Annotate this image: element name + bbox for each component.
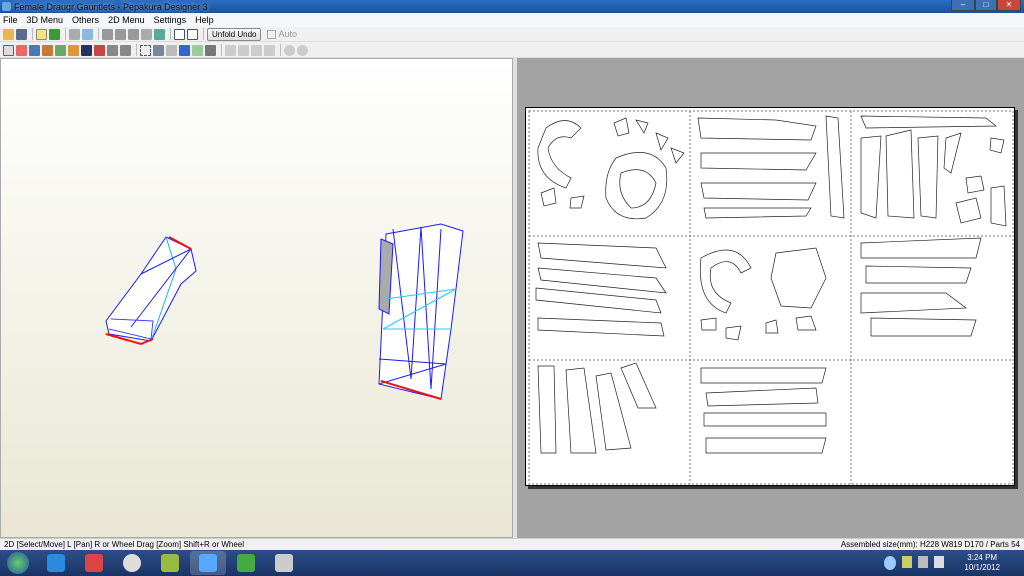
flap-edit-icon[interactable] <box>94 44 105 56</box>
menu-others[interactable]: Others <box>72 15 99 25</box>
zoom-in-icon[interactable] <box>284 44 295 56</box>
taskbar-ie[interactable] <box>38 551 74 575</box>
parts <box>535 115 1007 454</box>
texture-icon[interactable] <box>82 28 93 40</box>
image-icon[interactable] <box>81 44 92 56</box>
minimize-button[interactable]: – <box>951 0 975 11</box>
rename-icon[interactable] <box>166 44 177 56</box>
checkbox-icon <box>267 29 277 39</box>
volume-icon[interactable] <box>934 556 944 568</box>
edit-edge-icon[interactable] <box>102 28 113 40</box>
print-icon[interactable] <box>205 44 216 56</box>
paint-icon[interactable] <box>42 44 53 56</box>
network-icon[interactable] <box>918 556 928 568</box>
system-tray <box>884 556 944 570</box>
color-icon[interactable] <box>154 28 165 40</box>
move-icon[interactable] <box>16 44 27 56</box>
windows-logo-icon <box>7 552 29 574</box>
assembled-size: Assembled size(mm): H228 W819 D170 / Par… <box>840 540 1020 549</box>
start-button[interactable] <box>0 551 36 575</box>
close-button[interactable]: ✕ <box>997 0 1021 11</box>
app-icon-green <box>161 554 179 572</box>
anchor-icon[interactable] <box>128 28 139 40</box>
taskbar-hp[interactable] <box>114 551 150 575</box>
part-icon[interactable] <box>55 44 66 56</box>
clock-time: 3:24 PM <box>967 553 998 562</box>
device-icon <box>275 554 293 572</box>
arrange-icon[interactable] <box>140 44 151 56</box>
hp-icon <box>123 554 141 572</box>
maximize-button[interactable]: □ <box>975 0 997 11</box>
settings-icon[interactable] <box>192 44 203 56</box>
select-icon[interactable] <box>3 44 14 56</box>
menu-bar: File 3D Menu Others 2D Menu Settings Hel… <box>0 13 1024 27</box>
flap-icon[interactable] <box>141 28 152 40</box>
pattern-layout <box>528 110 1014 485</box>
align-left-icon[interactable] <box>225 44 236 56</box>
chart-icon[interactable] <box>179 44 190 56</box>
3d-view[interactable] <box>0 58 513 538</box>
redo-icon[interactable] <box>120 44 131 56</box>
leaf-app-icon <box>237 554 255 572</box>
window-icon[interactable] <box>174 28 185 40</box>
split-view-icon[interactable] <box>187 28 198 40</box>
taskbar: 3:24 PM 10/1/2012 <box>0 550 1024 576</box>
window-title: Female Draugr Gauntlets - Pepakura Desig… <box>14 1 208 12</box>
clock[interactable]: 3:24 PM 10/1/2012 <box>964 553 1000 573</box>
unfold-undo-button[interactable]: Unfold Undo <box>207 27 262 41</box>
text-icon[interactable] <box>68 44 79 56</box>
app-icon-red <box>85 554 103 572</box>
clock-date: 10/1/2012 <box>964 563 1000 572</box>
toolbar-2d <box>0 43 1024 58</box>
join-icon[interactable] <box>115 28 126 40</box>
menu-help[interactable]: Help <box>195 15 214 25</box>
help-tray-icon[interactable] <box>884 556 896 570</box>
pepakura-icon <box>199 554 217 572</box>
align-right-icon[interactable] <box>238 44 249 56</box>
taskbar-app-leaf[interactable] <box>228 551 264 575</box>
3d-model <box>105 223 464 400</box>
toolbar-main: Unfold Undo Auto <box>0 27 1024 42</box>
pattern-paper <box>525 107 1015 486</box>
menu-2d[interactable]: 2D Menu <box>108 15 145 25</box>
undo-icon[interactable] <box>107 44 118 56</box>
save-icon[interactable] <box>16 28 27 40</box>
align-bottom-icon[interactable] <box>264 44 275 56</box>
taskbar-pepakura[interactable] <box>190 551 226 575</box>
open-icon[interactable] <box>3 28 14 40</box>
group-icon[interactable] <box>153 44 164 56</box>
taskbar-app-red[interactable] <box>76 551 112 575</box>
gauntlet-large <box>378 223 464 400</box>
cube-icon[interactable] <box>49 28 60 40</box>
ie-icon <box>47 554 65 572</box>
tray-app-icon[interactable] <box>902 556 912 568</box>
gauntlet-small <box>105 236 197 346</box>
status-bar: 2D [Select/Move] L [Pan] R or Wheel Drag… <box>0 538 1024 550</box>
auto-label: Auto <box>278 29 297 39</box>
2d-view[interactable] <box>517 58 1024 538</box>
taskbar-app-green[interactable] <box>152 551 188 575</box>
status-hint: 2D [Select/Move] L [Pan] R or Wheel Drag… <box>4 540 245 549</box>
app-icon <box>2 2 11 11</box>
menu-3d[interactable]: 3D Menu <box>27 15 64 25</box>
rotate-icon[interactable] <box>69 28 80 40</box>
menu-settings[interactable]: Settings <box>154 15 187 25</box>
page-icon[interactable] <box>29 44 40 56</box>
zoom-out-icon[interactable] <box>297 44 308 56</box>
menu-file[interactable]: File <box>3 15 18 25</box>
title-bar: Female Draugr Gauntlets - Pepakura Desig… <box>0 0 1024 13</box>
align-top-icon[interactable] <box>251 44 262 56</box>
lightbulb-icon[interactable] <box>36 28 47 40</box>
auto-checkbox[interactable]: Auto <box>267 29 297 39</box>
taskbar-app-device[interactable] <box>266 551 302 575</box>
